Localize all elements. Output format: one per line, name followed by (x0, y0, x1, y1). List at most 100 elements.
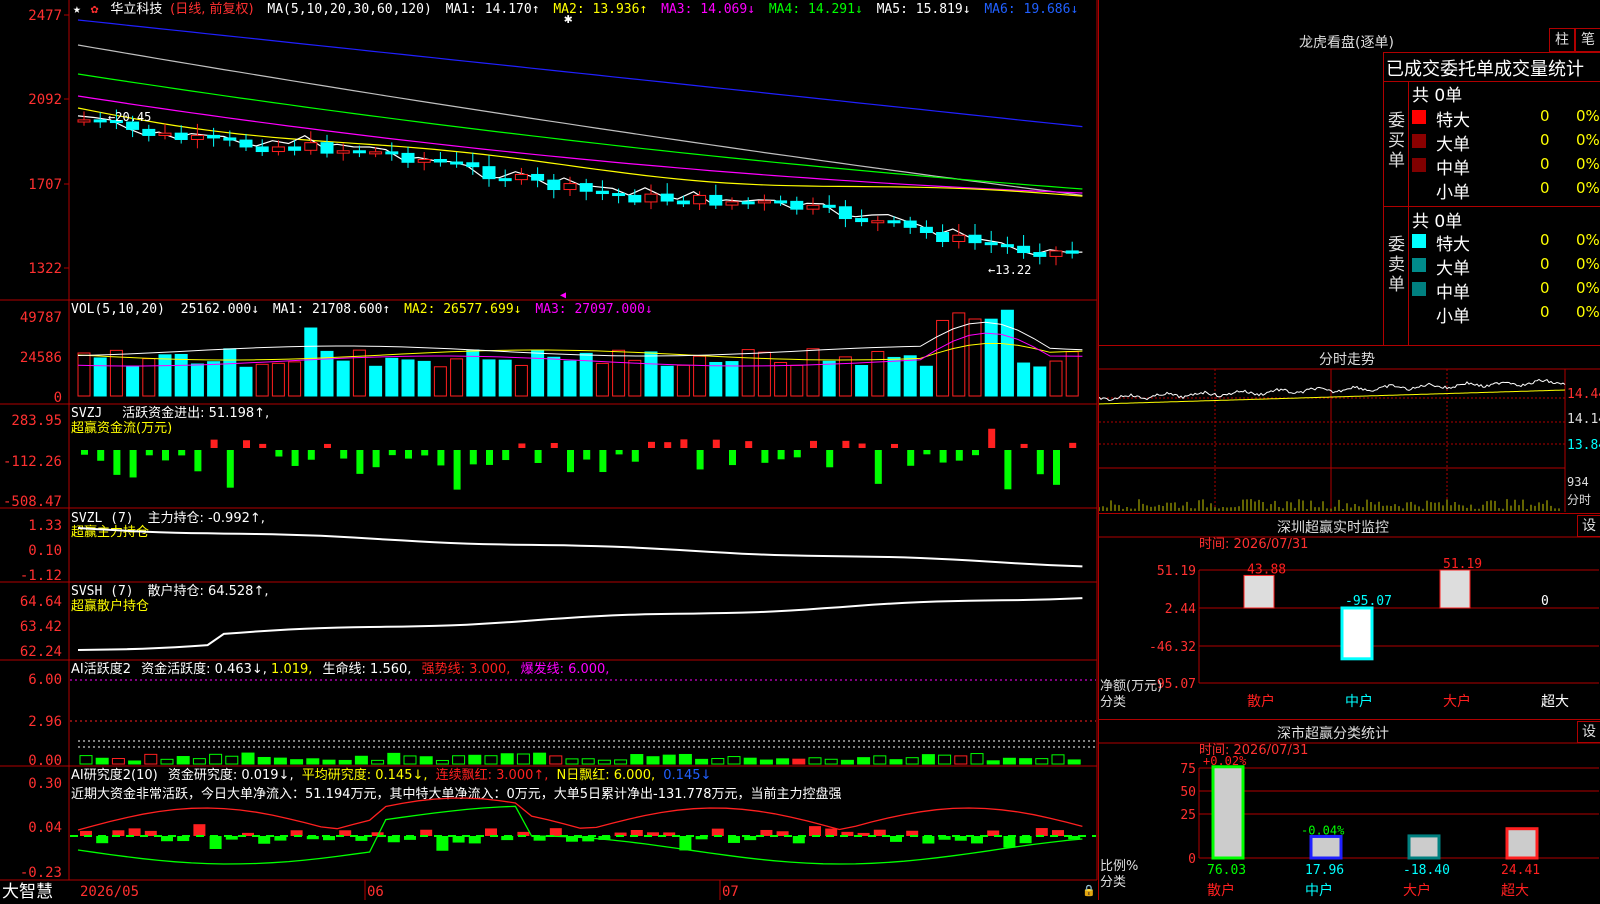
intraday-axis-tick: 14.44 (1567, 387, 1600, 402)
ai1-axis: 6.00 2.96 0.00 (28, 672, 62, 769)
candle (1033, 252, 1047, 257)
flow-bar (761, 450, 769, 463)
volume-bar (417, 360, 431, 397)
ai-bar (452, 755, 466, 765)
class-value: -18.40 (1403, 863, 1450, 878)
row-value: 0 (1540, 179, 1550, 197)
ai-bar (630, 754, 644, 765)
svg-text:0.30: 0.30 (28, 776, 62, 792)
candle (466, 162, 480, 168)
intraday-vol-unit: 分时 (1567, 493, 1591, 507)
ai-bar (905, 757, 919, 765)
research-bar (549, 828, 562, 836)
candle (563, 183, 577, 191)
ai-bar (824, 758, 838, 765)
ai-bar (954, 755, 968, 765)
sz-monitor-axis: 51.19 2.44 -46.32 -95.07 (1149, 564, 1599, 692)
row-value: 0 (1540, 155, 1550, 173)
svg-text:24586: 24586 (20, 350, 62, 366)
flow-bar (777, 450, 785, 460)
intraday-axis-tick: 13.84 (1567, 438, 1600, 453)
candle (741, 201, 755, 205)
ai-bar (1067, 759, 1081, 765)
ai-bar (533, 752, 547, 765)
kline-chart-svg[interactable]: 2477 2092 1707 1322 ★ ✿ 华立科技 (日线, 前复权) M… (0, 0, 1098, 902)
chart-area[interactable]: 2477 2092 1707 1322 ★ ✿ 华立科技 (日线, 前复权) M… (0, 0, 1098, 902)
candle (887, 220, 901, 224)
class-axis-tick: 75 (1180, 762, 1196, 777)
cursor-marker-icon: ◀ (560, 290, 566, 301)
sell-row-0: 特大 0 0% (1412, 229, 1600, 255)
brand-logo: 大智慧 (2, 882, 53, 900)
volume-bar (514, 364, 528, 397)
class-bar-top: -0.04% (1301, 823, 1345, 837)
bar-mode-button[interactable]: 柱 (1549, 28, 1575, 52)
ai-bar (889, 759, 903, 765)
row-value: 0 (1540, 107, 1550, 125)
date-axis-label: 06 (367, 884, 384, 900)
ai2-axis: 0.30 0.04 -0.23 (20, 776, 62, 881)
flow-bar (1036, 450, 1044, 475)
flow-bar (307, 450, 315, 460)
flow-bar (437, 450, 445, 466)
monitor-axis-tick: 51.19 (1157, 564, 1196, 579)
price-axis-tick: 2477 (28, 8, 62, 24)
class-bar-top: +0.02% (1203, 754, 1247, 768)
candle (1049, 250, 1063, 257)
svg-text:1.33: 1.33 (28, 518, 62, 534)
tick-mode-button[interactable]: 笔 (1575, 28, 1600, 52)
flow-bar (178, 450, 186, 456)
candle (401, 152, 415, 163)
research-bar (825, 828, 838, 836)
ma-line-2 (77, 44, 1083, 196)
ai-bar (970, 753, 984, 765)
flow-bar (291, 450, 299, 466)
row-value: 0 (1540, 303, 1550, 321)
candle (320, 142, 334, 154)
monitor-category: 中户 (1345, 693, 1373, 710)
svg-text:6.00: 6.00 (28, 672, 62, 688)
flow-bar (405, 450, 412, 459)
legend-swatch (1412, 110, 1426, 124)
volume-bar (401, 359, 415, 397)
monitor-category: 超大 (1541, 694, 1569, 710)
ma-line-5 (77, 107, 1083, 197)
intraday-chart[interactable]: 14.44 14.14 13.84 934 分时 (1099, 346, 1600, 512)
class-category: 散户 (1207, 882, 1235, 899)
price-axis-ticks (64, 14, 69, 269)
ai-bar (273, 757, 287, 765)
svzl-axis: 1.33 0.10 -1.12 (20, 518, 62, 584)
intraday-section[interactable]: 分时走势 14.44 14.14 13.84 934 分时 (1099, 345, 1600, 513)
flow-bar (518, 443, 526, 448)
class-bar (1211, 765, 1245, 860)
retail-position-line (77, 597, 1083, 651)
sz-class-chart: 时间: 2026/07/31 7550250 +0.02%76.03散户-0.0… (1099, 742, 1600, 899)
flow-bar (664, 442, 672, 448)
ai-bar (808, 757, 822, 765)
candle (369, 151, 383, 155)
lock-icon[interactable]: 🔒 (1082, 884, 1096, 897)
flow-bar (243, 440, 250, 448)
ai-bar (306, 758, 320, 765)
candle (288, 146, 302, 151)
research-bar (809, 826, 821, 836)
ai-bar (338, 759, 352, 765)
flow-bar (696, 450, 704, 470)
research-bar (711, 828, 724, 836)
volume-bar (77, 352, 91, 397)
price-axis-tick: 2092 (28, 92, 62, 108)
ma-line-1 (77, 19, 1083, 128)
row-label: 中单 (1436, 159, 1470, 179)
ai-bar (614, 759, 628, 765)
main-header: ★ ✿ 华立科技 (日线, 前复权) MA(5,10,20,30,60,120)… (73, 1, 1078, 17)
ai-bar (354, 755, 368, 765)
ma1-value: MA1: 14.170↑ (446, 2, 540, 17)
volume-bar (239, 366, 253, 397)
ai-bar (241, 752, 255, 765)
sell-side-label: 委卖单 (1388, 235, 1405, 295)
candle (531, 173, 545, 181)
legend-swatch (1412, 158, 1426, 172)
svsh-axis: 64.64 63.42 62.24 (20, 594, 62, 660)
ai-bar (873, 755, 887, 765)
flow-bar (486, 450, 493, 465)
